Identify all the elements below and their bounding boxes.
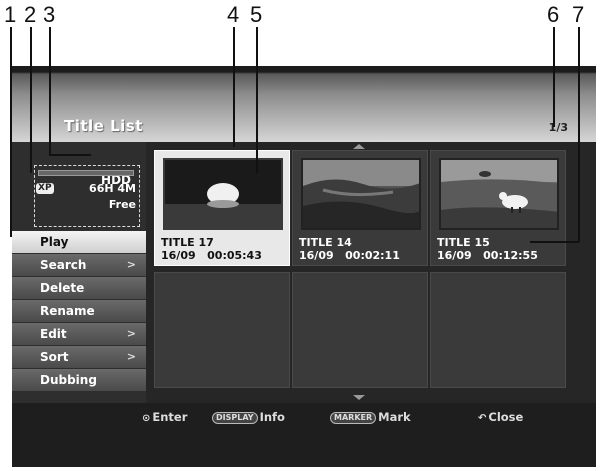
info-label: Info (259, 410, 285, 424)
callout-7: 7 (572, 2, 585, 27)
title-name: TITLE 17 (161, 236, 214, 249)
enter-label: Enter (152, 410, 188, 424)
mark-label: Mark (378, 410, 411, 424)
title-name: TITLE 15 (437, 236, 490, 249)
menu-item-label: Play (40, 235, 69, 249)
close-label: Close (488, 410, 524, 424)
empty-cell[interactable] (154, 272, 290, 388)
title-duration: 00:05:43 (207, 249, 262, 262)
menu-item-label: Sort (40, 350, 69, 364)
callout-line-3-h (49, 154, 91, 156)
disk-usage-bar (38, 170, 134, 176)
callout-line-6 (553, 27, 555, 127)
title-duration: 00:12:55 (483, 249, 538, 262)
menu-item-search[interactable]: Search > (12, 254, 146, 276)
callout-1: 1 (4, 2, 17, 27)
callout-line-3 (49, 27, 51, 155)
callout-4: 4 (227, 2, 240, 27)
landscape-thumbnail-icon (301, 158, 421, 230)
menu-item-sort[interactable]: Sort > (12, 346, 146, 368)
mark-hint: MARKER Mark (330, 410, 411, 424)
callout-line-4 (233, 27, 235, 147)
menu-item-label: Rename (40, 304, 95, 318)
page-indicator: 1/3 (548, 121, 568, 134)
callout-line-7-h (530, 241, 579, 243)
menu-item-rename[interactable]: Rename (12, 300, 146, 322)
callout-annotations: 1 2 3 4 5 6 7 (0, 0, 600, 66)
info-hint: DISPLAY Info (212, 410, 285, 424)
callout-3: 3 (43, 2, 56, 27)
sun-thumbnail-icon (163, 158, 283, 230)
title-info: 16/09 00:02:11 (299, 249, 400, 262)
close-hint: ↶ Close (478, 410, 523, 424)
chevron-right-icon: > (126, 258, 136, 271)
title-date: 16/09 (299, 249, 334, 262)
callout-line-1 (10, 27, 12, 237)
enter-hint: ⊙ Enter (142, 410, 187, 424)
chevron-right-icon: > (126, 350, 136, 363)
header-bar: Title List 1/3 (12, 66, 596, 142)
remaining-time: 66H 4M (89, 182, 136, 195)
empty-cell[interactable] (292, 272, 428, 388)
callout-line-5 (256, 27, 258, 173)
title-info: 16/09 00:12:55 (437, 249, 538, 262)
footer-bar: ⊙ Enter DISPLAY Info MARKER Mark ↶ Close (12, 403, 596, 467)
callout-line-7 (578, 27, 580, 242)
title-list-screen: Title List 1/3 HDD XP 66H 4M Free Play S… (12, 66, 596, 467)
menu-item-label: Search (40, 258, 87, 272)
menu-item-edit[interactable]: Edit > (12, 323, 146, 345)
title-info: 16/09 00:05:43 (161, 249, 262, 262)
animal-thumbnail-icon (439, 158, 559, 230)
enter-icon: ⊙ (142, 413, 151, 424)
page-title: Title List (64, 117, 143, 135)
scroll-down-icon[interactable] (353, 395, 365, 400)
menu-item-delete[interactable]: Delete (12, 277, 146, 299)
callout-6: 6 (547, 2, 560, 27)
return-icon: ↶ (478, 413, 487, 424)
free-label: Free (108, 198, 136, 211)
options-menu: Play Search > Delete Rename Edit > Sort … (12, 231, 146, 392)
title-cell[interactable]: TITLE 14 16/09 00:02:11 (292, 150, 428, 266)
empty-cell[interactable] (430, 272, 566, 388)
menu-item-label: Dubbing (40, 373, 97, 387)
title-cell[interactable]: TITLE 15 16/09 00:12:55 (430, 150, 566, 266)
marker-key-icon: MARKER (330, 412, 377, 424)
menu-item-label: Delete (40, 281, 85, 295)
title-duration: 00:02:11 (345, 249, 400, 262)
title-cell[interactable]: TITLE 17 16/09 00:05:43 (154, 150, 290, 266)
chevron-right-icon: > (126, 327, 136, 340)
scroll-up-icon[interactable] (353, 144, 365, 149)
callout-2: 2 (24, 2, 37, 27)
menu-item-dubbing[interactable]: Dubbing (12, 369, 146, 391)
callout-5: 5 (250, 2, 263, 27)
title-date: 16/09 (161, 249, 196, 262)
title-date: 16/09 (437, 249, 472, 262)
title-name: TITLE 14 (299, 236, 352, 249)
display-key-icon: DISPLAY (212, 412, 258, 424)
menu-item-play[interactable]: Play (12, 231, 146, 253)
menu-item-label: Edit (40, 327, 67, 341)
record-mode-badge: XP (36, 183, 54, 194)
callout-line-2 (30, 27, 32, 173)
